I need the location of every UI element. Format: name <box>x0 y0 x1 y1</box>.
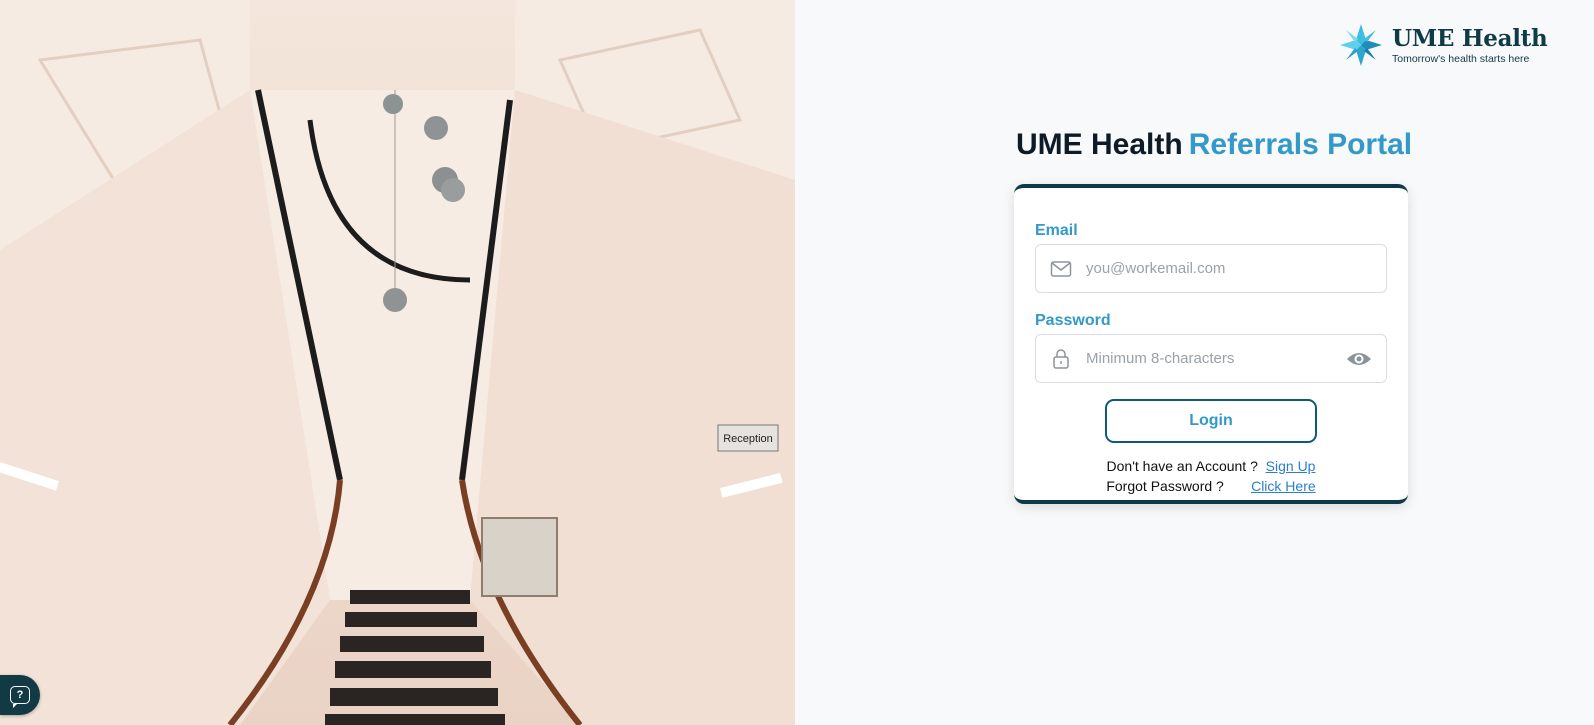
signup-row: Don't have an Account ? Sign Up <box>1014 458 1408 474</box>
hero-photo: Reception ? <box>0 0 795 725</box>
staircase-illustration: Reception <box>0 0 795 725</box>
logo-name: UME Health <box>1392 24 1548 52</box>
login-button[interactable]: Login <box>1105 399 1317 443</box>
password-label: Password <box>1035 312 1111 329</box>
email-field-wrapper[interactable] <box>1035 244 1387 293</box>
page-title-primary: UME Health <box>1016 128 1183 161</box>
email-input[interactable] <box>1084 259 1386 278</box>
forgot-password-row: Forgot Password ? Click Here <box>1014 478 1408 494</box>
forgot-password-prompt: Forgot Password ? <box>1106 478 1224 494</box>
forgot-password-link[interactable]: Click Here <box>1251 478 1316 494</box>
login-card: Email Password Login Don't have an Accou… <box>1014 184 1408 504</box>
help-chat-icon: ? <box>10 686 30 708</box>
cross-star-logo-icon <box>1340 24 1382 66</box>
page-title: UME Health Referrals Portal <box>1016 128 1412 162</box>
mail-icon <box>1050 260 1072 277</box>
password-field-wrapper[interactable] <box>1035 334 1387 383</box>
signup-prompt: Don't have an Account ? <box>1106 458 1258 474</box>
help-chat-button[interactable]: ? <box>0 675 40 715</box>
logo-tagline: Tomorrow's health starts here <box>1392 52 1530 65</box>
lock-icon <box>1053 348 1069 369</box>
password-input[interactable] <box>1084 349 1346 368</box>
eye-icon[interactable] <box>1346 349 1372 369</box>
reception-sign: Reception <box>723 433 773 445</box>
page-title-secondary: Referrals Portal <box>1188 128 1413 161</box>
email-label: Email <box>1035 222 1078 239</box>
brand-logo[interactable]: UME Health Tomorrow's health starts here <box>1338 22 1548 68</box>
signup-link[interactable]: Sign Up <box>1266 458 1316 474</box>
